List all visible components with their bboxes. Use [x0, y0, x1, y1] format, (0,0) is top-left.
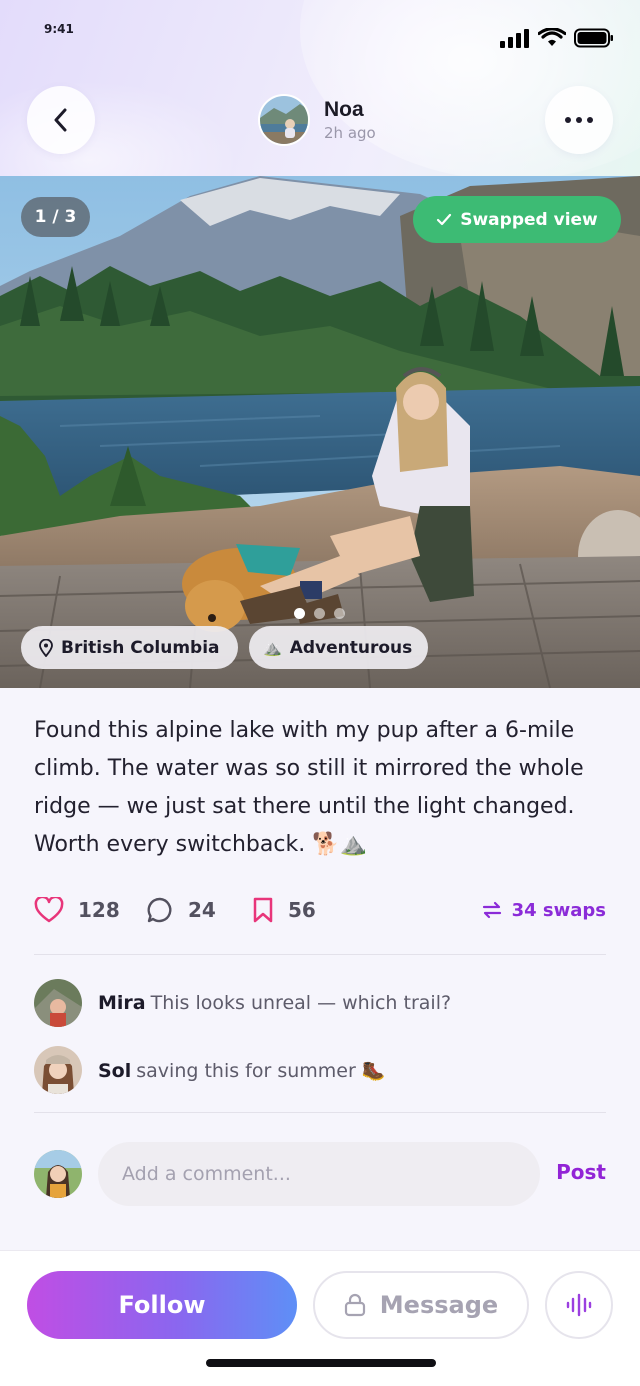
mountain-emoji: ⛰️ — [263, 638, 282, 657]
carousel-dot[interactable] — [334, 608, 345, 619]
status-time: 9:41 — [44, 22, 74, 36]
commenter-avatar[interactable] — [34, 979, 82, 1027]
save-button[interactable]: 56 — [252, 888, 316, 932]
wifi-icon — [538, 28, 566, 46]
carousel-dot[interactable] — [314, 608, 325, 619]
carousel-dots[interactable] — [294, 608, 345, 619]
post-comment-button[interactable]: Post — [556, 1160, 606, 1184]
follow-button[interactable]: Follow — [27, 1271, 297, 1339]
divider — [34, 954, 606, 955]
like-button[interactable]: 128 — [34, 888, 120, 932]
more-options-button[interactable] — [545, 86, 613, 154]
heart-icon — [34, 897, 64, 923]
message-label: Message — [379, 1291, 499, 1319]
my-avatar[interactable] — [34, 1150, 82, 1198]
author-name[interactable]: Noa — [324, 98, 376, 122]
comment-item[interactable]: Sol saving this for summer 🥾 — [34, 1046, 386, 1094]
comment-text: saving this for summer 🥾 — [136, 1059, 386, 1082]
bottom-action-bar: Follow Message — [0, 1250, 640, 1386]
swapped-label: Swapped view — [460, 209, 598, 230]
add-comment-row: Post — [34, 1142, 606, 1206]
check-icon — [437, 213, 452, 225]
carousel-dot[interactable] — [294, 608, 305, 619]
author-avatar[interactable] — [258, 94, 310, 146]
swaps-button[interactable]: 34 swaps — [482, 888, 606, 932]
image-counter: 1 / 3 — [21, 197, 90, 237]
location-tag[interactable]: British Columbia — [21, 626, 238, 669]
commenter-avatar[interactable] — [34, 1046, 82, 1094]
location-label: British Columbia — [61, 637, 220, 658]
bookmark-icon — [253, 897, 273, 923]
back-button[interactable] — [27, 86, 95, 154]
mood-tag[interactable]: ⛰️ Adventurous — [249, 626, 428, 669]
comment-item[interactable]: Mira This looks unreal — which trail? — [34, 979, 451, 1027]
comment-count: 24 — [188, 898, 216, 922]
comment-username[interactable]: Sol — [98, 1060, 131, 1082]
engagement-bar: 128 24 56 34 swaps — [34, 888, 606, 932]
lock-icon — [344, 1293, 365, 1317]
status-icons — [500, 28, 614, 48]
post-caption: Found this alpine lake with my pup after… — [34, 718, 584, 857]
like-count: 128 — [78, 898, 120, 922]
back-icon — [54, 108, 67, 132]
comment-text: This looks unreal — which trail? — [150, 992, 452, 1014]
swapped-view-badge[interactable]: Swapped view — [413, 196, 621, 243]
comment-username[interactable]: Mira — [98, 992, 146, 1014]
swaps-count: 34 swaps — [511, 899, 606, 921]
more-icon — [565, 117, 593, 123]
comment-input[interactable] — [98, 1142, 540, 1206]
comment-button[interactable]: 24 — [146, 888, 216, 932]
home-indicator[interactable] — [206, 1359, 436, 1367]
save-count: 56 — [288, 898, 316, 922]
voice-message-button[interactable] — [545, 1271, 613, 1339]
swap-icon — [482, 901, 501, 919]
status-bar: 9:41 — [0, 0, 640, 70]
voice-icon — [566, 1293, 592, 1317]
message-button[interactable]: Message — [313, 1271, 529, 1339]
pin-icon — [39, 638, 53, 657]
signal-icon — [500, 29, 529, 48]
battery-icon — [574, 28, 613, 48]
comment-icon — [147, 897, 172, 923]
post-time: 2h ago — [324, 124, 376, 142]
mood-label: Adventurous — [289, 637, 413, 658]
post-author[interactable]: Noa 2h ago — [258, 94, 376, 146]
divider — [34, 1112, 606, 1113]
